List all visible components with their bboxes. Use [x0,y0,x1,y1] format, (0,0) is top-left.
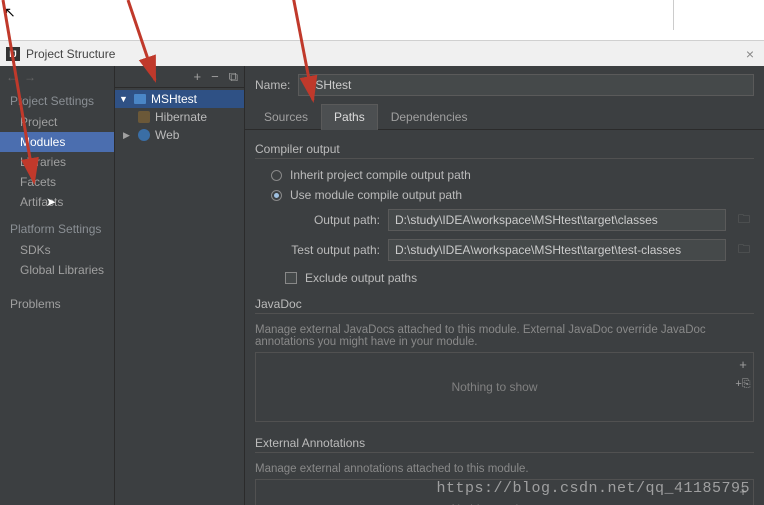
nav-arrows: ← → [0,70,114,88]
copy-icon[interactable]: ⧉ [229,69,238,85]
test-output-path-input[interactable] [388,239,726,261]
name-label: Name: [255,78,290,92]
javadoc-empty: Nothing to show [256,353,733,421]
tab-paths[interactable]: Paths [321,104,378,130]
sidebar-item-global-libraries[interactable]: Global Libraries [0,260,114,280]
settings-sidebar: ← → Project Settings Project Modules Lib… [0,66,115,505]
folder-icon [133,93,147,105]
detail-tabs: Sources Paths Dependencies [245,104,764,130]
tab-dependencies[interactable]: Dependencies [378,104,481,130]
tree-item-hibernate[interactable]: Hibernate [115,108,244,126]
javadoc-toolbar: + +⎘ [733,353,753,421]
sidebar-item-facets[interactable]: Facets [0,172,114,192]
titlebar: IJ Project Structure × [0,40,764,66]
tree-label: Hibernate [155,110,207,124]
annotations-desc: Manage external annotations attached to … [255,459,754,475]
window-title: Project Structure [26,47,742,61]
back-icon[interactable]: ← [6,70,18,88]
tab-sources[interactable]: Sources [251,104,321,130]
hibernate-icon [137,111,151,123]
radio-label: Use module compile output path [290,188,462,202]
app-icon: IJ [6,47,20,61]
remove-icon[interactable]: − [211,69,219,84]
chevron-down-icon[interactable]: ▼ [119,94,129,104]
section-project-settings: Project Settings [0,88,114,112]
details-panel: Name: Sources Paths Dependencies Compile… [245,66,764,505]
chevron-right-icon[interactable]: ▶ [123,130,133,141]
tree-toolbar: + − ⧉ [115,66,244,88]
browse-icon[interactable]: 🗀 [734,240,754,261]
module-tree-panel: + − ⧉ ▼ MSHtest Hibernate ▶ Web [115,66,245,505]
watermark: https://blog.csdn.net/qq_41185795 [436,480,750,497]
radio-icon [271,190,282,201]
module-name-input[interactable] [298,74,754,96]
test-output-path-label: Test output path: [285,243,380,257]
cursor-icon: ↖ [4,4,16,21]
sidebar-item-libraries[interactable]: Libraries [0,152,114,172]
radio-inherit[interactable]: Inherit project compile output path [255,165,754,185]
annotations-section: External Annotations [255,436,754,453]
output-path-input[interactable] [388,209,726,231]
web-icon [137,129,151,141]
radio-label: Inherit project compile output path [290,168,471,182]
paths-content: Compiler output Inherit project compile … [245,130,764,505]
compiler-output-section: Compiler output [255,142,754,159]
name-row: Name: [245,66,764,104]
sidebar-item-artifacts[interactable]: Artifacts [0,192,114,212]
add-icon[interactable]: + [739,357,747,372]
sidebar-item-project[interactable]: Project [0,112,114,132]
add-url-icon[interactable]: +⎘ [735,378,750,391]
browse-icon[interactable]: 🗀 [734,210,754,231]
javadoc-section: JavaDoc [255,297,754,314]
exclude-output-paths[interactable]: Exclude output paths [255,265,754,291]
tree-item-mshtest[interactable]: ▼ MSHtest [115,90,244,108]
tree-label: MSHtest [151,92,197,106]
javadoc-desc: Manage external JavaDocs attached to thi… [255,320,754,348]
add-icon[interactable]: + [194,69,202,84]
output-path-label: Output path: [285,213,380,227]
output-path-row: Output path: 🗀 [255,205,754,235]
tree-label: Web [155,128,179,142]
sidebar-item-sdks[interactable]: SDKs [0,240,114,260]
checkbox-label: Exclude output paths [305,271,417,285]
forward-icon[interactable]: → [24,70,36,88]
radio-use-module[interactable]: Use module compile output path [255,185,754,205]
divider [673,0,674,30]
sidebar-item-problems[interactable]: Problems [0,294,114,314]
radio-icon [271,170,282,181]
main-area: ← → Project Settings Project Modules Lib… [0,66,764,505]
sidebar-item-modules[interactable]: Modules [0,132,114,152]
close-icon[interactable]: × [742,46,758,62]
browser-top-area: ↖ [0,0,764,40]
checkbox-icon [285,272,297,284]
test-output-path-row: Test output path: 🗀 [255,235,754,265]
javadoc-list: Nothing to show + +⎘ [255,352,754,422]
tree-item-web[interactable]: ▶ Web [115,126,244,144]
module-tree: ▼ MSHtest Hibernate ▶ Web [115,88,244,146]
section-platform-settings: Platform Settings [0,212,114,240]
